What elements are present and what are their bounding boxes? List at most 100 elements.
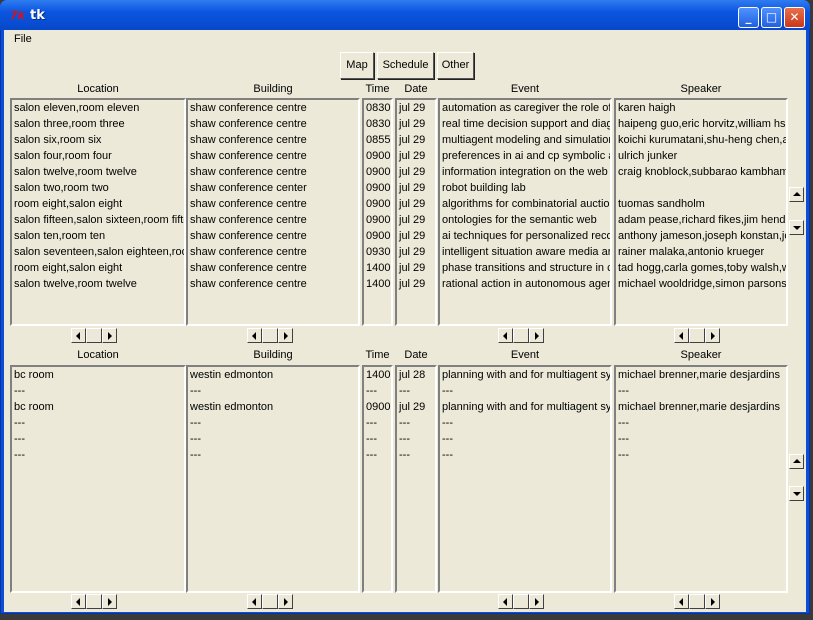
bottom-hscrollbar-0[interactable] [71,594,126,610]
list-item[interactable]: --- [12,415,184,431]
maximize-button[interactable]: □ [761,7,782,28]
list-item[interactable]: jul 29 [397,399,435,415]
list-item[interactable]: information integration on the web [440,164,610,180]
scroll-left-arrow-icon[interactable] [498,328,513,343]
scroll-left-arrow-icon[interactable] [498,594,513,609]
list-item[interactable]: planning with and for multiagent syst [440,367,610,383]
list-item[interactable]: 1400 [364,367,391,383]
list-item[interactable]: intelligent situation aware media and [440,244,610,260]
list-item[interactable]: salon twelve,room twelve [12,164,184,180]
list-item[interactable]: jul 29 [397,148,435,164]
list-item[interactable]: --- [440,415,610,431]
scroll-left-arrow-icon[interactable] [674,594,689,609]
scroll-right-arrow-icon[interactable] [278,594,293,609]
list-item[interactable]: salon eleven,room eleven [12,100,184,116]
bottom-hscrollbar-1[interactable] [247,594,302,610]
top_table-listbox-event[interactable]: automation as caregiver the role of i rea… [438,98,612,326]
list-item[interactable]: 1400 [364,276,391,292]
list-item[interactable]: --- [440,447,610,463]
top-hscrollbar-2[interactable] [498,328,553,344]
list-item[interactable]: --- [616,431,786,447]
list-item[interactable]: room eight,salon eight [12,260,184,276]
schedule-button[interactable]: Schedule [377,52,434,79]
list-item[interactable]: bc room [12,367,184,383]
list-item[interactable]: 0900 [364,399,391,415]
list-item[interactable]: shaw conference centre [188,148,358,164]
list-item[interactable]: 0900 [364,164,391,180]
scroll-right-arrow-icon[interactable] [102,328,117,343]
list-item[interactable]: westin edmonton [188,367,358,383]
list-item[interactable]: rational action in autonomous agent [440,276,610,292]
scroll-right-arrow-icon[interactable] [278,328,293,343]
list-item[interactable]: phase transitions and structure in cc [440,260,610,276]
list-item[interactable]: --- [12,383,184,399]
list-item[interactable]: jul 29 [397,260,435,276]
list-item[interactable]: salon three,room three [12,116,184,132]
list-item[interactable]: shaw conference centre [188,212,358,228]
scroll-right-arrow-icon[interactable] [529,594,544,609]
list-item[interactable]: shaw conference centre [188,260,358,276]
minimize-button[interactable]: _ [738,7,759,28]
bottom_table-listbox-event[interactable]: planning with and for multiagent syst ---… [438,365,612,593]
list-item[interactable]: 0900 [364,228,391,244]
scroll-left-arrow-icon[interactable] [247,594,262,609]
list-item[interactable]: multiagent modeling and simulation c [440,132,610,148]
list-item[interactable]: shaw conference centre [188,196,358,212]
list-item[interactable]: koichi kurumatani,shu-heng chen,az [616,132,786,148]
menu-file[interactable]: File [14,33,32,45]
bottom-scroll-up-arrow-icon[interactable] [789,454,804,469]
list-item[interactable]: 0830 [364,116,391,132]
scroll-left-arrow-icon[interactable] [71,594,86,609]
list-item[interactable]: shaw conference centre [188,276,358,292]
list-item[interactable]: jul 29 [397,100,435,116]
list-item[interactable]: --- [188,431,358,447]
scroll-thumb[interactable] [689,594,705,609]
top_table-listbox-speaker[interactable]: karen haigh haipeng guo,eric horvitz,will… [614,98,788,326]
list-item[interactable]: 0900 [364,148,391,164]
close-button[interactable]: ✕ [784,7,805,28]
list-item[interactable]: haipeng guo,eric horvitz,william hsu, [616,116,786,132]
scroll-right-arrow-icon[interactable] [705,328,720,343]
top_table-listbox-building[interactable]: shaw conference centre shaw conference ce… [186,98,360,326]
scroll-thumb[interactable] [262,328,278,343]
list-item[interactable]: --- [364,415,391,431]
list-item[interactable]: automation as caregiver the role of i [440,100,610,116]
list-item[interactable]: salon twelve,room twelve [12,276,184,292]
list-item[interactable]: salon two,room two [12,180,184,196]
list-item[interactable]: 0830 [364,100,391,116]
list-item[interactable]: craig knoblock,subbarao kambhamp [616,164,786,180]
list-item[interactable]: anthony jameson,joseph konstan,joh [616,228,786,244]
list-item[interactable]: 0900 [364,196,391,212]
list-item[interactable]: --- [397,383,435,399]
list-item[interactable]: jul 29 [397,196,435,212]
list-item[interactable]: --- [12,447,184,463]
bottom_table-listbox-speaker[interactable]: michael brenner,marie desjardins --- micha… [614,365,788,593]
scroll-thumb[interactable] [689,328,705,343]
list-item[interactable]: --- [440,383,610,399]
bottom-hscrollbar-2[interactable] [498,594,553,610]
list-item[interactable]: --- [188,447,358,463]
list-item[interactable]: --- [397,447,435,463]
title-bar[interactable]: 7k tk _ □ ✕ [0,0,810,30]
list-item[interactable]: ontologies for the semantic web [440,212,610,228]
map-button[interactable]: Map [340,52,374,79]
scroll-right-arrow-icon[interactable] [529,328,544,343]
list-item[interactable]: rainer malaka,antonio krueger [616,244,786,260]
list-item[interactable]: jul 28 [397,367,435,383]
list-item[interactable]: ai techniques for personalized recon [440,228,610,244]
bottom_table-listbox-location[interactable]: bc room --- bc room --- --- --- [10,365,186,593]
list-item[interactable]: --- [616,447,786,463]
list-item[interactable]: ulrich junker [616,148,786,164]
scroll-left-arrow-icon[interactable] [247,328,262,343]
bottom_table-listbox-time[interactable]: 1400 --- 0900 --- --- --- [362,365,393,593]
list-item[interactable]: michael brenner,marie desjardins [616,367,786,383]
list-item[interactable]: salon fifteen,salon sixteen,room fifteen [12,212,184,228]
list-item[interactable]: robot building lab [440,180,610,196]
scroll-thumb[interactable] [513,328,529,343]
list-item[interactable]: shaw conference centre [188,116,358,132]
list-item[interactable]: tad hogg,carla gomes,toby walsh,we [616,260,786,276]
list-item[interactable]: --- [364,447,391,463]
list-item[interactable]: --- [364,383,391,399]
bottom_table-listbox-date[interactable]: jul 28 --- jul 29 --- --- --- [395,365,437,593]
list-item[interactable]: shaw conference centre [188,244,358,260]
